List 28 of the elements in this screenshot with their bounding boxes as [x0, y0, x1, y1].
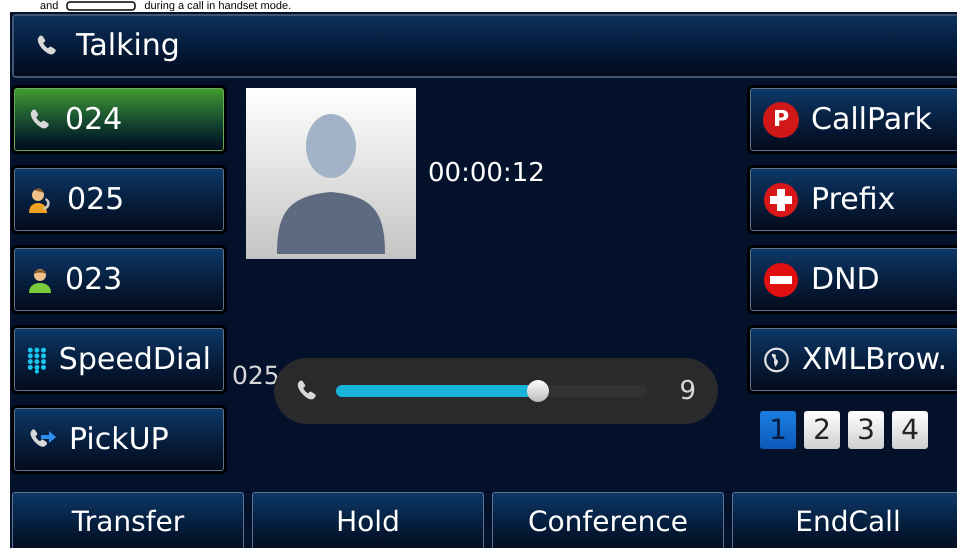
function-key[interactable]: XMLBrow. — [750, 328, 957, 391]
parking-icon: P — [763, 102, 799, 138]
softkey[interactable]: Conference — [492, 492, 724, 548]
softkey[interactable]: Transfer — [12, 492, 244, 548]
function-key[interactable]: Prefix — [750, 168, 957, 231]
slider-thumb[interactable] — [527, 380, 550, 402]
page-button[interactable]: 3 — [848, 411, 884, 449]
softkey[interactable]: EndCall — [732, 492, 957, 548]
function-key[interactable]: P CallPark — [750, 88, 957, 151]
line-key[interactable]: PickUP — [14, 408, 224, 471]
screen-title: Talking — [76, 31, 180, 61]
minus-icon — [763, 262, 799, 298]
function-key[interactable]: DND — [750, 248, 957, 311]
softkey[interactable]: Hold — [252, 492, 484, 548]
manual-text: and — [40, 0, 58, 12]
call-duration: 00:00:12 — [428, 160, 545, 186]
dialed-number: 025 — [232, 363, 280, 388]
manual-text: during a call in handset mode. — [144, 0, 292, 12]
key-icon — [66, 1, 136, 11]
plus-icon — [763, 182, 799, 218]
page-button[interactable]: 4 — [892, 411, 928, 449]
page-button[interactable]: 2 — [804, 411, 840, 449]
volume-value: 9 — [679, 378, 696, 404]
volume-slider[interactable] — [336, 380, 648, 402]
line-key[interactable]: 023 — [14, 248, 224, 311]
line-key[interactable]: SpeedDial — [14, 328, 224, 391]
line-key[interactable]: 025 — [14, 168, 224, 231]
line-key[interactable]: 024 — [14, 88, 224, 151]
